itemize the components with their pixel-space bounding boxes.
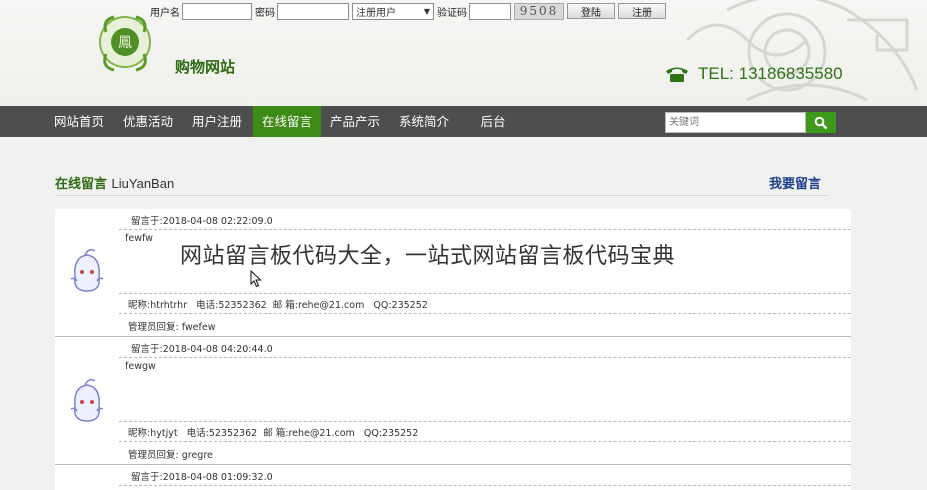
telephone: TEL: 13186835580: [664, 64, 843, 84]
divider: [119, 313, 851, 314]
dropdown-arrow-icon: ▼: [423, 6, 430, 16]
nickname-value: htrhtrhr: [150, 300, 188, 311]
email-label: 邮 箱:: [263, 428, 289, 439]
password-input[interactable]: [277, 2, 349, 20]
admin-reply: 管理员回复: gregre: [128, 447, 213, 461]
role-select[interactable]: 注册用户 ▼: [352, 2, 434, 20]
divider: [119, 293, 851, 294]
nickname-label: 昵称:: [128, 300, 151, 311]
caption-text: 网站留言板代码大全，一站式网站留言板代码宝典: [180, 244, 676, 269]
divider: [119, 485, 851, 486]
qq-label: QQ:: [373, 300, 392, 311]
site-name: 购物网站: [175, 58, 236, 76]
email-label: 邮 箱:: [272, 300, 299, 311]
divider: [119, 229, 851, 230]
admin-reply: 管理员回复: fwefew: [128, 319, 216, 333]
nickname-label: 昵称:: [128, 428, 151, 439]
avatar-icon: [70, 248, 104, 292]
message-item: 留言于:2018-04-08 04:20:44.0 fewgw 昵称:hytjy…: [55, 337, 851, 465]
username-input[interactable]: [182, 2, 252, 20]
site-logo-icon[interactable]: 鳳: [96, 12, 154, 74]
email-value: rehe@21.com: [298, 300, 365, 311]
message-date: 留言于:2018-04-08 01:09:32.0: [131, 472, 273, 483]
phone-label: 电话:: [186, 428, 209, 439]
captcha-input[interactable]: [469, 2, 511, 20]
qq-label: QQ:: [363, 428, 382, 439]
search-button[interactable]: [806, 112, 836, 133]
page-title-en: LiuYanBan: [111, 176, 175, 191]
email-value: rehe@21.com: [288, 428, 355, 439]
divider: [119, 357, 851, 358]
svg-text:鳳: 鳳: [118, 35, 132, 51]
message-content: fewfw: [125, 233, 153, 244]
mouse-cursor-icon: [250, 270, 262, 288]
message-item: 留言于:2018-04-08 01:09:32.0: [55, 465, 851, 490]
message-content: fewgw: [125, 361, 156, 372]
role-select-value: 注册用户: [356, 7, 396, 19]
reply-value: fwefew: [181, 322, 216, 333]
phone-label: 电话:: [196, 300, 219, 311]
captcha-image[interactable]: 9508: [514, 2, 564, 20]
qq-value: 235252: [382, 428, 419, 439]
write-message-link[interactable]: 我要留言: [769, 173, 821, 192]
login-bar: 用户名 密码 注册用户 ▼ 验证码 9508 登陆 注册: [150, 2, 669, 20]
site-header: 用户名 密码 注册用户 ▼ 验证码 9508 登陆 注册 鳳 购物网站 TEL:…: [0, 0, 927, 106]
nav-item-promotions[interactable]: 优惠活动: [115, 106, 181, 137]
register-button[interactable]: 注册: [618, 3, 666, 19]
divider: [119, 441, 851, 442]
search-input[interactable]: [665, 112, 806, 133]
phone-icon: [666, 67, 688, 82]
message-date: 留言于:2018-04-08 02:22:09.0: [131, 216, 273, 227]
qq-value: 235252: [391, 300, 428, 311]
nav-item-register[interactable]: 用户注册: [184, 106, 250, 137]
avatar-icon: [70, 378, 104, 422]
nav-item-products[interactable]: 产品产示: [322, 106, 388, 137]
ornament-pattern-icon: [685, 0, 919, 102]
message-contact: 昵称:htrhtrhr 电话:52352362 邮 箱:rehe@21.com …: [128, 297, 428, 311]
message-date: 留言于:2018-04-08 04:20:44.0: [131, 344, 273, 355]
page-title: 在线留言 LiuYanBan: [55, 173, 174, 192]
phone-value: 52352362: [218, 300, 267, 311]
divider: [119, 421, 851, 422]
page-title-cn: 在线留言: [55, 177, 108, 192]
phone-value: 52352362: [208, 428, 258, 439]
username-label: 用户名: [150, 7, 180, 19]
telephone-number: TEL: 13186835580: [698, 64, 843, 83]
title-divider: [55, 195, 828, 196]
captcha-label: 验证码: [437, 7, 467, 19]
reply-label: 管理员回复:: [128, 322, 179, 333]
nav-item-home[interactable]: 网站首页: [46, 106, 112, 137]
nav-item-guestbook[interactable]: 在线留言: [253, 106, 321, 137]
login-button[interactable]: 登陆: [567, 3, 615, 19]
password-label: 密码: [255, 7, 275, 19]
nav-item-about[interactable]: 系统简介: [391, 106, 457, 137]
nav-item-admin[interactable]: 后台: [470, 106, 516, 137]
reply-value: gregre: [181, 450, 213, 461]
search-icon: [814, 116, 828, 129]
message-item: 留言于:2018-04-08 02:22:09.0 fewfw 昵称:htrht…: [55, 209, 851, 337]
message-contact: 昵称:hytjyt 电话:52352362 邮 箱:rehe@21.com QQ…: [128, 425, 418, 439]
nickname-value: hytjyt: [150, 428, 178, 439]
reply-label: 管理员回复:: [128, 450, 179, 461]
